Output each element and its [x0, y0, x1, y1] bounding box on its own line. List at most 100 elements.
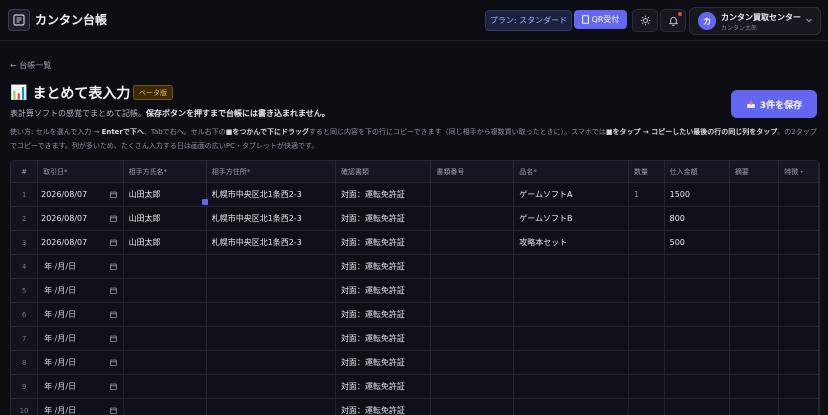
purchase-price-cell[interactable] [664, 327, 729, 351]
address-cell[interactable] [206, 303, 335, 327]
id-document-cell[interactable]: 対面：運転免許証 [335, 279, 430, 303]
back-to-ledger-link[interactable]: ← 台帳一覧 [10, 60, 51, 71]
id-document-cell[interactable]: 対面：運転免許証 [335, 207, 430, 231]
item-name-cell[interactable] [514, 327, 629, 351]
id-document-cell[interactable]: 対面：運転免許証 [335, 327, 430, 351]
quantity-cell[interactable] [628, 255, 664, 279]
quantity-cell[interactable] [628, 351, 664, 375]
quantity-cell[interactable] [628, 375, 664, 399]
id-document-cell[interactable]: 対面：運転免許証 [335, 183, 430, 207]
memo-cell[interactable] [729, 279, 778, 303]
address-cell[interactable] [206, 327, 335, 351]
date-cell[interactable]: 年 /月/日 [38, 327, 123, 351]
address-cell[interactable] [206, 399, 335, 415]
purchase-price-cell[interactable]: 500 [664, 231, 729, 255]
address-cell[interactable]: 札幌市中央区北1条西2-3 [206, 207, 335, 231]
item-name-cell[interactable] [514, 351, 629, 375]
document-number-cell[interactable] [431, 183, 514, 207]
document-number-cell[interactable] [431, 351, 514, 375]
item-name-cell[interactable]: ゲームソフトA [514, 183, 629, 207]
memo-cell[interactable] [729, 183, 778, 207]
name-cell[interactable]: 山田太郎 [123, 183, 206, 207]
date-cell[interactable]: 2026/08/07 [38, 231, 123, 255]
feature-cell[interactable] [779, 351, 819, 375]
quantity-cell[interactable] [628, 399, 664, 415]
purchase-price-cell[interactable]: 1500 [664, 183, 729, 207]
memo-cell[interactable] [729, 327, 778, 351]
item-name-cell[interactable]: ゲームソフトB [514, 207, 629, 231]
name-cell[interactable] [123, 351, 206, 375]
memo-cell[interactable] [729, 303, 778, 327]
notifications-button[interactable] [660, 9, 686, 32]
document-number-cell[interactable] [431, 279, 514, 303]
purchase-price-cell[interactable] [664, 279, 729, 303]
date-cell[interactable]: 年 /月/日 [38, 303, 123, 327]
quantity-cell[interactable]: 1 [628, 183, 664, 207]
quantity-cell[interactable] [628, 231, 664, 255]
name-cell[interactable]: 山田太郎 [123, 207, 206, 231]
item-name-cell[interactable] [514, 375, 629, 399]
purchase-price-cell[interactable] [664, 255, 729, 279]
memo-cell[interactable] [729, 231, 778, 255]
app-logo-icon[interactable] [8, 9, 30, 31]
document-number-cell[interactable] [431, 375, 514, 399]
address-cell[interactable]: 札幌市中央区北1条西2-3 [206, 183, 335, 207]
address-cell[interactable] [206, 351, 335, 375]
document-number-cell[interactable] [431, 207, 514, 231]
name-cell[interactable] [123, 279, 206, 303]
id-document-cell[interactable]: 対面：運転免許証 [335, 255, 430, 279]
date-cell[interactable]: 年 /月/日 [38, 351, 123, 375]
item-name-cell[interactable] [514, 279, 629, 303]
memo-cell[interactable] [729, 207, 778, 231]
id-document-cell[interactable]: 対面：運転免許証 [335, 303, 430, 327]
date-cell[interactable]: 年 /月/日 [38, 279, 123, 303]
document-number-cell[interactable] [431, 399, 514, 415]
document-number-cell[interactable] [431, 327, 514, 351]
quantity-cell[interactable] [628, 327, 664, 351]
feature-cell[interactable] [779, 327, 819, 351]
id-document-cell[interactable]: 対面：運転免許証 [335, 351, 430, 375]
memo-cell[interactable] [729, 375, 778, 399]
date-cell[interactable]: 年 /月/日 [38, 399, 123, 415]
feature-cell[interactable] [779, 303, 819, 327]
purchase-price-cell[interactable] [664, 375, 729, 399]
feature-cell[interactable] [779, 399, 819, 415]
date-cell[interactable]: 2026/08/07 [38, 207, 123, 231]
quantity-cell[interactable] [628, 303, 664, 327]
name-cell[interactable] [123, 255, 206, 279]
save-button[interactable]: 3件を保存 [731, 90, 817, 118]
address-cell[interactable] [206, 375, 335, 399]
purchase-price-cell[interactable] [664, 351, 729, 375]
feature-cell[interactable] [779, 231, 819, 255]
purchase-price-cell[interactable] [664, 303, 729, 327]
feature-cell[interactable] [779, 183, 819, 207]
feature-cell[interactable] [779, 375, 819, 399]
id-document-cell[interactable]: 対面：運転免許証 [335, 231, 430, 255]
id-document-cell[interactable]: 対面：運転免許証 [335, 399, 430, 415]
address-cell[interactable] [206, 279, 335, 303]
feature-cell[interactable] [779, 207, 819, 231]
quantity-cell[interactable] [628, 279, 664, 303]
name-cell[interactable] [123, 399, 206, 415]
purchase-price-cell[interactable]: 800 [664, 207, 729, 231]
id-document-cell[interactable]: 対面：運転免許証 [335, 375, 430, 399]
feature-cell[interactable] [779, 279, 819, 303]
qr-reception-button[interactable]: QR受付 [574, 10, 627, 29]
account-menu[interactable]: カ カンタン買取センター カンタン太郎 [689, 7, 821, 35]
name-cell[interactable]: 山田太郎 [123, 231, 206, 255]
document-number-cell[interactable] [431, 231, 514, 255]
address-cell[interactable]: 札幌市中央区北1条西2-3 [206, 231, 335, 255]
memo-cell[interactable] [729, 351, 778, 375]
feature-cell[interactable] [779, 255, 819, 279]
document-number-cell[interactable] [431, 303, 514, 327]
quantity-cell[interactable] [628, 207, 664, 231]
date-cell[interactable]: 年 /月/日 [38, 255, 123, 279]
item-name-cell[interactable]: 攻略本セット [514, 231, 629, 255]
theme-toggle-button[interactable] [632, 9, 658, 32]
date-cell[interactable]: 2026/08/07 [38, 183, 123, 207]
address-cell[interactable] [206, 255, 335, 279]
purchase-price-cell[interactable] [664, 399, 729, 415]
plan-badge[interactable]: プラン: スタンダード [485, 10, 572, 31]
document-number-cell[interactable] [431, 255, 514, 279]
name-cell[interactable] [123, 375, 206, 399]
